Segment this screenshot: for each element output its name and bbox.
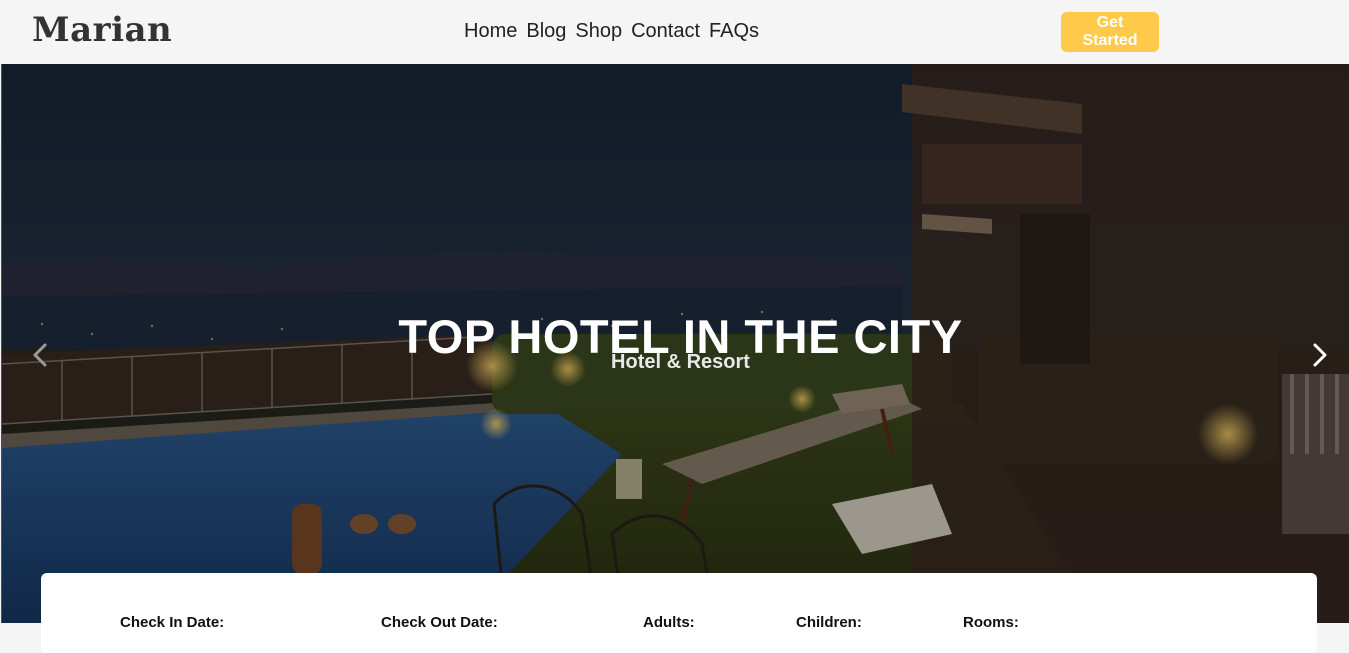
- nav-faqs-link[interactable]: FAQs: [709, 20, 759, 43]
- nav-contact-link[interactable]: Contact: [631, 20, 700, 43]
- main-nav: Home Blog Shop Contact FAQs: [464, 20, 759, 43]
- chevron-right-icon[interactable]: [1304, 340, 1334, 370]
- nav-blog-link[interactable]: Blog: [526, 20, 566, 43]
- get-started-button[interactable]: Get Started: [1061, 12, 1159, 52]
- site-logo[interactable]: Marian: [32, 10, 172, 50]
- hero-subtitle: Hotel & Resort: [611, 351, 750, 373]
- nav-shop-link[interactable]: Shop: [575, 20, 622, 43]
- hero-slider: TOP HOTEL IN THE CITY Hotel & Resort: [1, 64, 1349, 623]
- nav-home-link[interactable]: Home: [464, 20, 517, 43]
- booking-form: Check In Date: Check Out Date: Adults: C…: [41, 573, 1317, 653]
- chevron-left-icon[interactable]: [26, 340, 56, 370]
- site-header: Marian Home Blog Shop Contact FAQs Get S…: [0, 0, 1349, 64]
